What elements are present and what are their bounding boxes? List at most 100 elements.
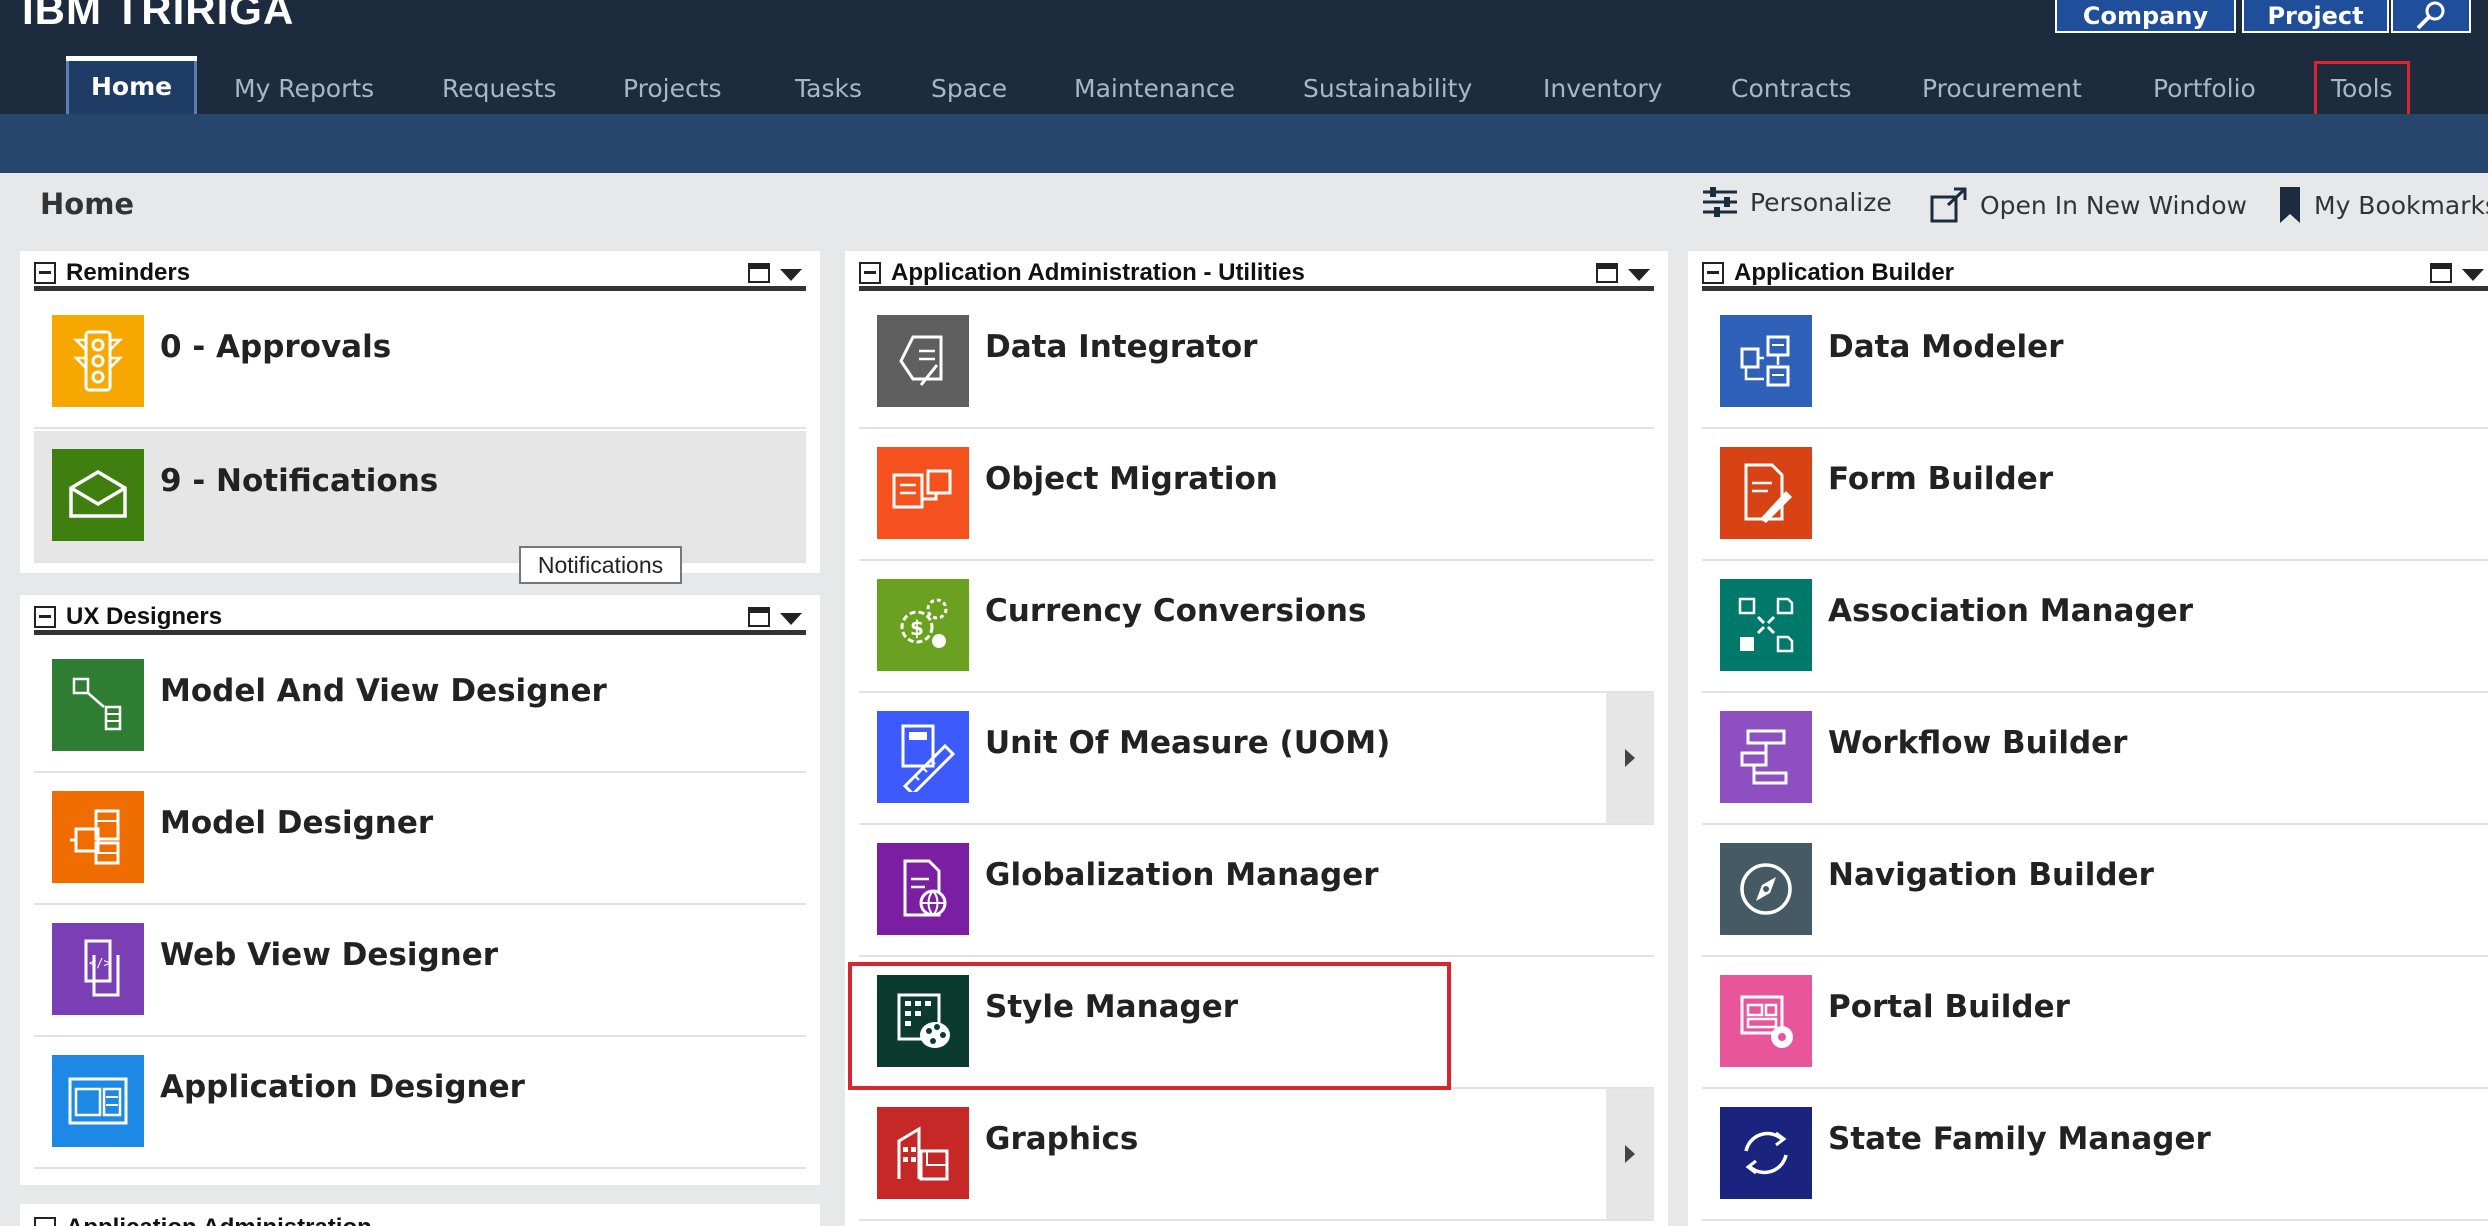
data-integrator-icon xyxy=(877,315,969,407)
maximize-icon[interactable] xyxy=(748,263,770,283)
utilities-header: Application Administration - Utilities xyxy=(859,259,1654,291)
bookmark-icon xyxy=(2280,187,2300,223)
application-administration-title: Application Administration xyxy=(66,1214,372,1226)
menu-caret-icon[interactable] xyxy=(1628,269,1650,281)
reminders-portlet: Reminders 0 - Approvals 9 - Notification… xyxy=(20,251,820,573)
ux-application-designer[interactable]: Application Designer xyxy=(34,1037,806,1169)
maximize-icon[interactable] xyxy=(2430,263,2452,283)
util-graphics[interactable]: Graphics xyxy=(859,1089,1654,1221)
collapse-icon[interactable] xyxy=(34,1217,56,1226)
app-builder-header: Application Builder xyxy=(1702,259,2488,291)
nav-projects[interactable]: Projects xyxy=(623,64,722,114)
builder-association-manager[interactable]: Association Manager xyxy=(1702,561,2488,693)
ux-model-designer[interactable]: Model Designer xyxy=(34,773,806,905)
search-button[interactable] xyxy=(2391,0,2471,33)
expand-arrow-icon[interactable] xyxy=(1606,693,1654,823)
workflow-icon xyxy=(1720,711,1812,803)
util-object-migration[interactable]: Object Migration xyxy=(859,429,1654,561)
collapse-icon[interactable] xyxy=(34,261,56,284)
my-bookmarks-button[interactable]: My Bookmarks xyxy=(2278,187,2488,223)
app-builder-portlet: Application Builder Data Modeler Form Bu… xyxy=(1688,251,2488,1226)
project-button[interactable]: Project xyxy=(2242,0,2389,33)
data-modeler-label: Data Modeler xyxy=(1828,329,2064,365)
ux-web-view-designer[interactable]: </> Web View Designer xyxy=(34,905,806,1037)
nav-inventory[interactable]: Inventory xyxy=(1543,64,1662,114)
nav-requests[interactable]: Requests xyxy=(442,64,557,114)
association-icon xyxy=(1720,579,1812,671)
nav-portfolio[interactable]: Portfolio xyxy=(2153,64,2256,114)
menu-caret-icon[interactable] xyxy=(2462,269,2484,281)
maximize-icon[interactable] xyxy=(1596,263,1618,283)
util-unit-of-measure[interactable]: Unit Of Measure (UOM) xyxy=(859,693,1654,825)
object-migration-icon xyxy=(877,447,969,539)
sub-bar xyxy=(0,114,2488,173)
nav-sustainability[interactable]: Sustainability xyxy=(1303,64,1472,114)
portal-builder-icon xyxy=(1720,975,1812,1067)
util-currency-conversions[interactable]: $ Currency Conversions xyxy=(859,561,1654,693)
collapse-icon[interactable] xyxy=(1702,261,1724,284)
top-banner: IBM TRIRIGA Company Project Home My Repo… xyxy=(0,0,2488,117)
collapse-icon[interactable] xyxy=(34,605,56,628)
nav-procurement[interactable]: Procurement xyxy=(1922,64,2082,114)
ruler-calculator-icon xyxy=(877,711,969,803)
brand-logo: IBM TRIRIGA xyxy=(22,0,295,33)
builder-navigation-builder[interactable]: Navigation Builder xyxy=(1702,825,2488,957)
data-modeler-icon xyxy=(1720,315,1812,407)
navigation-builder-label: Navigation Builder xyxy=(1828,857,2154,893)
web-view-designer-label: Web View Designer xyxy=(160,937,499,973)
form-builder-label: Form Builder xyxy=(1828,461,2054,497)
currency-conversions-label: Currency Conversions xyxy=(985,593,1367,629)
builder-state-family-manager[interactable]: State Family Manager xyxy=(1702,1089,2488,1221)
util-globalization-manager[interactable]: Globalization Manager xyxy=(859,825,1654,957)
compass-icon xyxy=(1720,843,1812,935)
approvals-label: 0 - Approvals xyxy=(160,329,392,365)
reminder-notifications[interactable]: 9 - Notifications xyxy=(34,431,806,563)
page-header: Home Personalize Open In New Window My B… xyxy=(0,173,2488,233)
nav-tasks[interactable]: Tasks xyxy=(795,64,862,114)
notifications-label: 9 - Notifications xyxy=(160,463,439,499)
application-designer-icon xyxy=(52,1055,144,1147)
application-administration-header: Application Administration xyxy=(34,1214,372,1226)
company-button[interactable]: Company xyxy=(2055,0,2236,33)
nav-space[interactable]: Space xyxy=(931,64,1007,114)
app-builder-title: Application Builder xyxy=(1734,258,1955,286)
tooltip: Notifications xyxy=(519,546,682,584)
builder-data-modeler[interactable]: Data Modeler xyxy=(1702,297,2488,429)
reminders-header: Reminders xyxy=(34,259,806,291)
personalize-button[interactable]: Personalize xyxy=(1702,187,1892,217)
menu-caret-icon[interactable] xyxy=(780,613,802,625)
nav-contracts[interactable]: Contracts xyxy=(1731,64,1852,114)
nav-my-reports[interactable]: My Reports xyxy=(234,64,374,114)
reminder-approvals[interactable]: 0 - Approvals xyxy=(34,297,806,429)
collapse-icon[interactable] xyxy=(859,261,881,284)
builder-portal-builder[interactable]: Portal Builder xyxy=(1702,957,2488,1089)
expand-arrow-icon[interactable] xyxy=(1606,1089,1654,1219)
open-new-window-button[interactable]: Open In New Window xyxy=(1930,187,2247,223)
cycle-arrows-icon xyxy=(1720,1107,1812,1199)
portal-builder-label: Portal Builder xyxy=(1828,989,2070,1025)
svg-text:$: $ xyxy=(910,616,924,640)
util-data-integrator[interactable]: Data Integrator xyxy=(859,297,1654,429)
ux-designers-header: UX Designers xyxy=(34,603,806,635)
maximize-icon[interactable] xyxy=(748,607,770,627)
builder-workflow-builder[interactable]: Workflow Builder xyxy=(1702,693,2488,825)
my-bookmarks-label: My Bookmarks xyxy=(2314,190,2488,220)
nav-maintenance[interactable]: Maintenance xyxy=(1074,64,1235,114)
sliders-icon xyxy=(1703,187,1737,217)
object-migration-label: Object Migration xyxy=(985,461,1278,497)
reminders-title: Reminders xyxy=(66,258,191,286)
style-manager-label: Style Manager xyxy=(985,989,1239,1025)
personalize-label: Personalize xyxy=(1750,187,1892,217)
utilities-portlet: Application Administration - Utilities D… xyxy=(845,251,1668,1226)
application-designer-label: Application Designer xyxy=(160,1069,525,1105)
search-icon xyxy=(2416,1,2445,29)
unit-of-measure-label: Unit Of Measure (UOM) xyxy=(985,725,1391,761)
ux-designers-portlet: UX Designers Model And View Designer Mod… xyxy=(20,595,820,1185)
ux-model-view-designer[interactable]: Model And View Designer xyxy=(34,641,806,773)
palette-grid-icon xyxy=(877,975,969,1067)
builder-form-builder[interactable]: Form Builder xyxy=(1702,429,2488,561)
nav-home[interactable]: Home xyxy=(66,56,198,114)
menu-caret-icon[interactable] xyxy=(780,269,802,281)
nav-tools[interactable]: Tools xyxy=(2314,61,2410,117)
util-style-manager[interactable]: Style Manager xyxy=(859,957,1654,1089)
